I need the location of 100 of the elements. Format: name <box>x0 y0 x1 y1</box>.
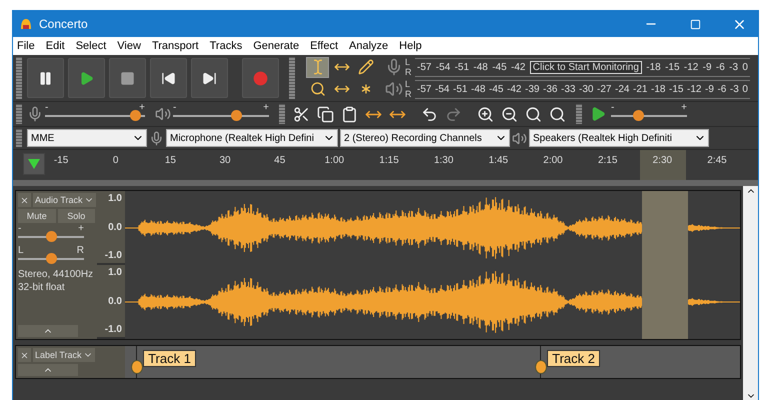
meter-tick: -30 <box>579 84 594 94</box>
scissors-icon <box>292 106 310 122</box>
selection-marker <box>640 150 686 180</box>
menu-item[interactable]: Select <box>76 40 106 52</box>
menu-item[interactable]: Generate <box>253 40 300 52</box>
amplitude-label: 0.0 <box>108 296 122 306</box>
timeline-ruler[interactable]: -15 0 15 30 45 1:00 1:15 1:30 1:45 2:00 2:15 2:30 2:45 <box>49 150 758 180</box>
meter-tick: -9 <box>705 84 714 94</box>
select-tool[interactable] <box>306 56 329 78</box>
meter-tick: -45 <box>492 62 507 72</box>
menu-item[interactable]: Edit <box>46 40 65 52</box>
menu-item[interactable]: Analyze <box>349 40 388 52</box>
slider-thumb[interactable] <box>46 231 57 242</box>
meter-tick: -21 <box>633 84 648 94</box>
play-head-button[interactable] <box>23 153 45 175</box>
track-name-button[interactable]: Audio Track <box>33 193 96 207</box>
plus-label: + <box>78 223 84 234</box>
record-volume-slider[interactable]: - + <box>45 104 145 124</box>
label-handle[interactable] <box>535 360 548 374</box>
skip-forward-button[interactable] <box>191 58 228 98</box>
slider-thumb[interactable] <box>130 110 141 121</box>
plus-label: + <box>681 102 687 113</box>
minus-label: - <box>18 223 22 234</box>
meter-tick: -15 <box>665 62 680 72</box>
amplitude-label: -1.0 <box>104 324 122 335</box>
slider-thumb[interactable] <box>632 110 644 121</box>
microphone-icon <box>27 106 43 122</box>
play-speed-slider[interactable]: - + <box>611 104 687 124</box>
pause-button[interactable] <box>27 58 64 98</box>
slider-thumb[interactable] <box>46 253 57 264</box>
menu-item[interactable]: Tracks <box>210 40 242 52</box>
plus-label: + <box>139 102 145 113</box>
speakers-dropdown[interactable]: Speakers (Realtek High Definiti <box>529 129 709 147</box>
slider-thumb[interactable] <box>231 110 242 121</box>
ruler-tick: 2:15 <box>598 155 618 166</box>
label-track-area[interactable]: Track 1 Track 2 <box>125 346 740 378</box>
magnifier-icon <box>548 106 566 122</box>
waveform-view[interactable] <box>125 191 740 339</box>
menu-item[interactable]: File <box>17 40 35 52</box>
gain-slider[interactable]: - + <box>18 225 84 245</box>
ruler-tick: 45 <box>274 155 286 166</box>
ruler-tick: 15 <box>164 155 176 166</box>
vertical-scrollbar[interactable] <box>743 186 758 400</box>
menu-item[interactable]: Help <box>399 40 422 52</box>
menu-item[interactable]: View <box>117 40 141 52</box>
mute-button[interactable]: Mute <box>18 209 56 223</box>
app-icon <box>19 17 33 31</box>
close-track-button[interactable] <box>18 193 31 207</box>
track-info: 32-bit float <box>18 282 66 293</box>
ruler-tick: 2:00 <box>543 155 563 166</box>
ruler-tick: 1:45 <box>488 155 508 166</box>
ruler-tick: 1:00 <box>324 155 344 166</box>
menu-item[interactable]: Transport <box>152 40 199 52</box>
ruler-tick: 0 <box>112 155 118 166</box>
ruler-tick: 1:30 <box>434 155 454 166</box>
play-button[interactable] <box>68 58 105 98</box>
skip-back-button[interactable] <box>150 58 187 98</box>
solo-button[interactable]: Solo <box>58 209 95 223</box>
toolbar-grip[interactable] <box>16 129 22 147</box>
magnifier-icon <box>310 81 326 97</box>
host-dropdown[interactable]: MME <box>27 129 147 147</box>
meter-tick: -39 <box>525 84 540 94</box>
toolbar-grip[interactable] <box>576 104 582 124</box>
microphone-dropdown[interactable]: Microphone (Realtek High Defini <box>166 129 338 147</box>
meter-tick: -54 <box>436 62 450 72</box>
ruler-tick: 30 <box>219 155 231 166</box>
close-track-button[interactable] <box>18 348 31 362</box>
track-label[interactable]: Track 1 <box>143 350 196 367</box>
plus-label: + <box>263 102 269 113</box>
zoom-in-icon <box>476 106 494 122</box>
pause-icon <box>38 70 53 86</box>
meter-tick: -51 <box>454 62 470 72</box>
skip-forward-icon <box>202 70 217 86</box>
toolbar-grip[interactable] <box>16 104 22 124</box>
menu-item[interactable]: Effect <box>310 40 338 52</box>
toolbar-grip[interactable] <box>289 57 295 99</box>
speaker-icon <box>512 130 527 146</box>
ruler-tick: 2:30 <box>652 155 672 166</box>
toolbar-grip[interactable] <box>16 57 22 99</box>
microphone-icon <box>385 58 403 76</box>
playback-meter[interactable]: -57 -54 -51 -48 -45 -42 -39 -36 -33 -30 -27 -24 -21 -18 -15 -12 -9 -6 -3 0 <box>415 80 750 98</box>
minus-label: - <box>45 102 48 113</box>
stop-button[interactable] <box>109 58 146 98</box>
meter-tick: -6 <box>716 62 725 72</box>
channel-label: L <box>405 79 412 89</box>
amplitude-label: 1.0 <box>108 193 122 204</box>
amplitude-label: -1.0 <box>104 250 122 261</box>
triangle-icon <box>28 159 40 169</box>
channel-label: R <box>405 89 412 99</box>
channels-dropdown[interactable]: 2 (Stereo) Recording Channels <box>340 129 510 147</box>
playback-volume-slider[interactable]: - + <box>173 104 269 124</box>
track-name-button[interactable]: Label Track <box>33 348 95 362</box>
copy-icon <box>316 106 334 122</box>
pan-slider[interactable]: L R <box>18 247 84 267</box>
label-handle[interactable] <box>131 360 144 374</box>
record-meter[interactable]: -57 -54 -51 -48 -45 -42 Click to Start Monitoring -18 -15 -12 -9 -6 -3 0 <box>415 58 750 76</box>
track-info: Stereo, 44100Hz <box>18 269 94 280</box>
ruler-tick: 2:45 <box>707 155 727 166</box>
track-label[interactable]: Track 2 <box>547 350 600 367</box>
toolbar-grip[interactable] <box>279 104 285 124</box>
